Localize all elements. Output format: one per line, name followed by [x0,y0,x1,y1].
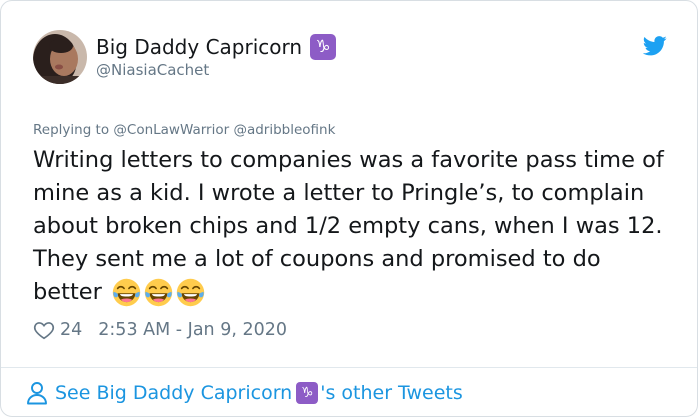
person-icon [27,382,47,405]
author-name-text: Big Daddy Capricorn [96,35,303,59]
tears-of-joy-emoji-icon [112,278,141,307]
capricorn-emoji-icon: ♑ [296,382,319,404]
see-other-tweets-link[interactable]: See Big Daddy Capricorn ♑ 's other Tweet… [26,381,463,405]
replying-to[interactable]: Replying to @ConLawWarrior @adribbleofin… [33,122,335,138]
author-handle[interactable]: @NiasiaCachet [96,61,209,79]
tweet-text: Writing letters to companies was a favor… [33,144,673,309]
avatar[interactable] [33,30,87,84]
author-display-name[interactable]: Big Daddy Capricorn ♑ [96,34,337,60]
divider [1,367,697,368]
tweet-timestamp[interactable]: 2:53 AM - Jan 9, 2020 [98,320,287,340]
avatar-image [33,30,87,84]
tears-of-joy-emoji-icon [144,278,173,307]
like-count[interactable]: 24 [60,320,82,340]
tears-of-joy-emoji-icon [176,278,205,307]
capricorn-emoji-icon: ♑ [310,34,337,60]
tweet-meta: 24 2:53 AM - Jan 9, 2020 [33,319,287,341]
heart-icon[interactable] [33,319,55,341]
see-more-prefix: See Big Daddy Capricorn [55,382,293,404]
tweet-card: Big Daddy Capricorn ♑ @NiasiaCachet Repl… [0,0,698,417]
twitter-bird-icon[interactable] [643,36,667,56]
emoji-group [109,278,205,307]
see-more-suffix: 's other Tweets [320,382,463,404]
